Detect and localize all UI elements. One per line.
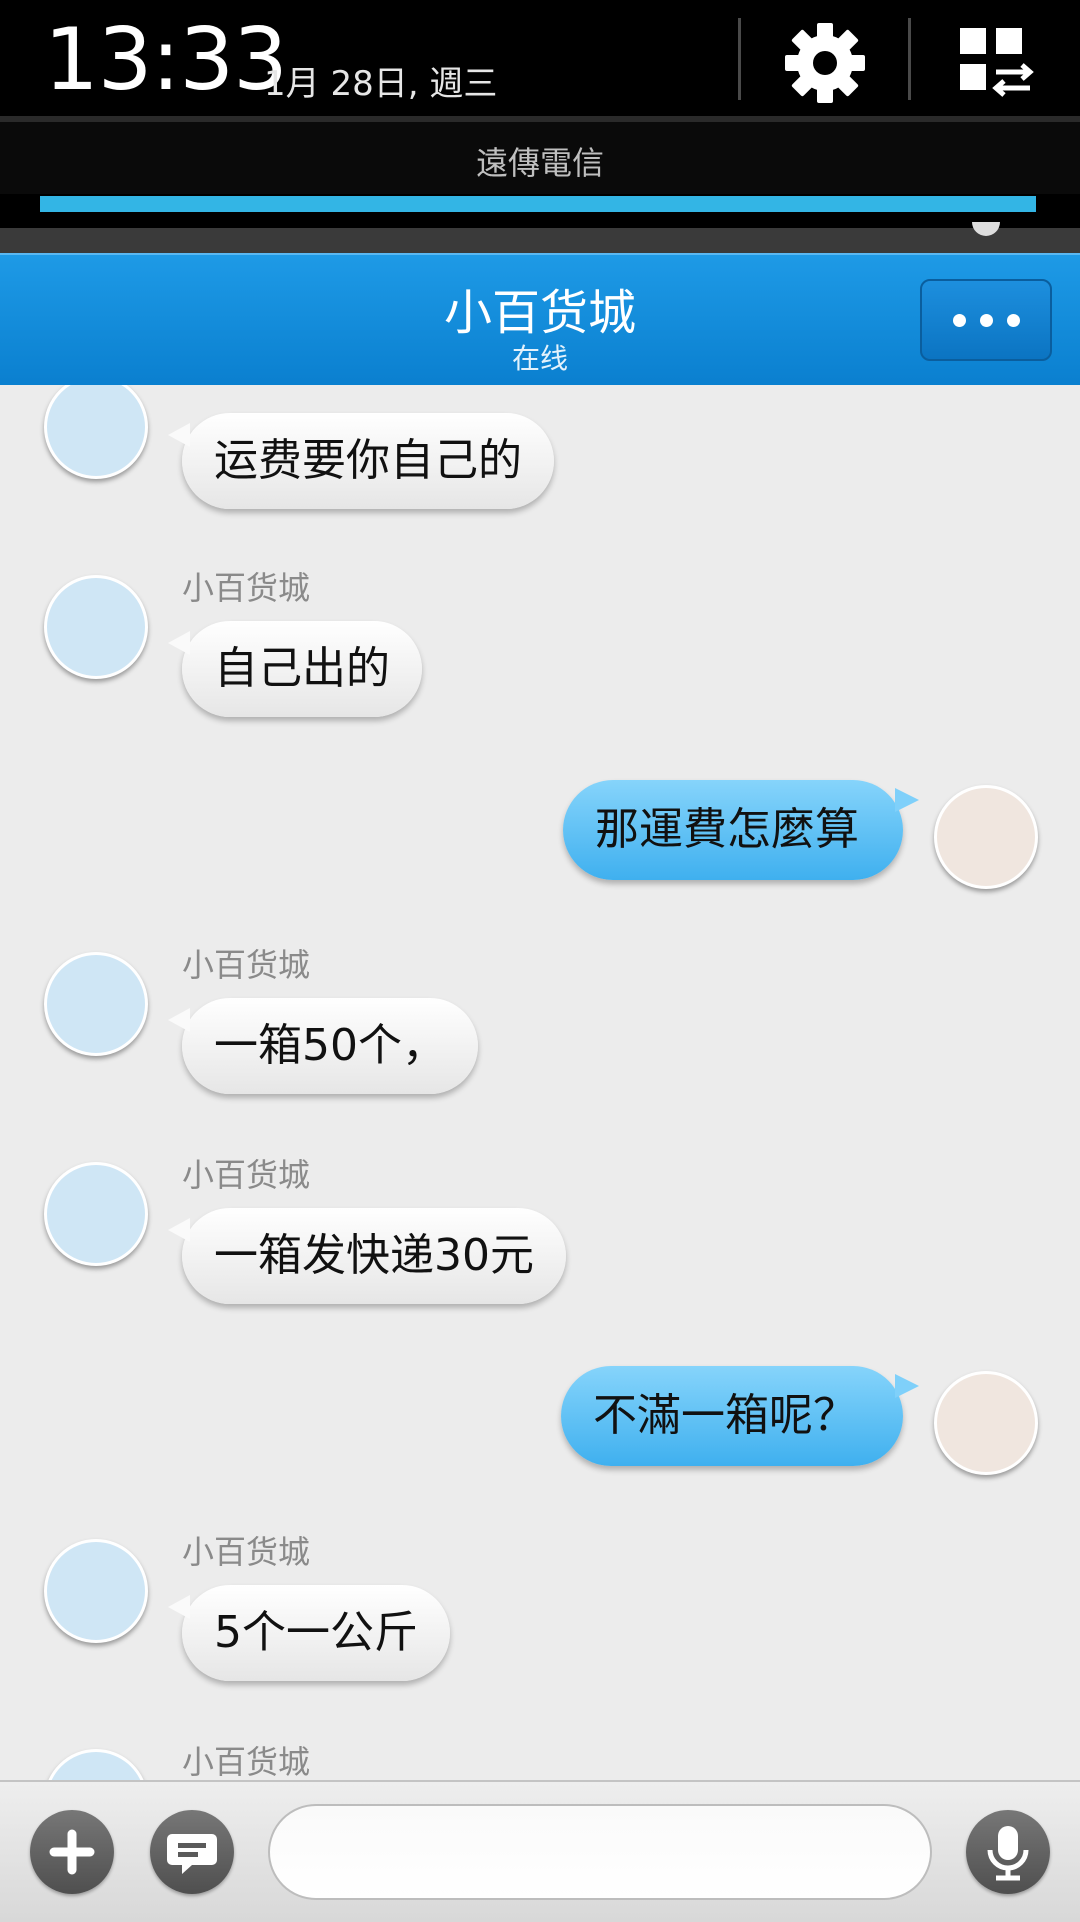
sender-name: 小百货城 xyxy=(182,1743,311,1780)
incoming-message[interactable]: 一箱发快递30元 xyxy=(168,1208,566,1304)
shop-avatar[interactable] xyxy=(44,1539,148,1643)
incoming-message[interactable]: 5个一公斤 xyxy=(168,1585,450,1681)
sender-name: 小百货城 xyxy=(182,1156,311,1194)
sender-name: 小百货城 xyxy=(182,946,311,984)
incoming-message[interactable]: 一箱50个， xyxy=(168,998,478,1094)
sender-name: 小百货城 xyxy=(182,1533,311,1571)
emoji-chat-icon xyxy=(167,1834,217,1874)
date: 1月 28日, 週三 xyxy=(264,64,498,104)
notification-shade: 13:33 1月 28日, 週三 遠傳電信 xyxy=(0,0,1080,255)
quick-settings-icon[interactable] xyxy=(952,22,1036,102)
signal-bar-fill xyxy=(40,196,1036,212)
shop-avatar[interactable] xyxy=(44,1749,148,1780)
more-dots-icon xyxy=(979,313,993,327)
composer-bar xyxy=(0,1780,1080,1922)
signal-bar xyxy=(40,196,1036,212)
shop-avatar[interactable] xyxy=(44,952,148,1056)
more-button[interactable] xyxy=(920,279,1052,361)
clock: 13:33 xyxy=(44,10,288,110)
incoming-message[interactable]: 自己出的 xyxy=(168,621,422,717)
incoming-message[interactable]: 运费要你自己的 xyxy=(168,413,554,509)
message-input[interactable] xyxy=(268,1804,932,1900)
outgoing-message[interactable]: 那運費怎麼算 xyxy=(563,780,919,880)
divider xyxy=(908,18,911,100)
voice-button[interactable] xyxy=(966,1810,1050,1894)
my-avatar[interactable] xyxy=(934,785,1038,889)
more-dots-icon xyxy=(952,313,966,327)
plus-button[interactable] xyxy=(30,1810,114,1894)
shop-avatar[interactable] xyxy=(44,1162,148,1266)
plus-icon xyxy=(49,1829,95,1875)
sender-name: 小百货城 xyxy=(182,569,311,607)
shade-handle[interactable] xyxy=(0,228,1080,255)
my-avatar[interactable] xyxy=(934,1371,1038,1475)
more-dots-icon xyxy=(1006,313,1020,327)
microphone-icon xyxy=(987,1826,1029,1881)
chat-header: 小百货城 在线 xyxy=(0,253,1080,387)
emoji-button[interactable] xyxy=(150,1810,234,1894)
gear-icon[interactable] xyxy=(780,18,870,108)
shop-avatar[interactable] xyxy=(44,385,148,479)
shop-avatar[interactable] xyxy=(44,575,148,679)
chat-title: 小百货城 xyxy=(443,285,636,341)
outgoing-message[interactable]: 不滿一箱呢？ xyxy=(561,1366,919,1466)
divider xyxy=(738,18,741,100)
carrier-label: 遠傳電信 xyxy=(475,144,604,182)
message-list[interactable]: 运费要你自己的 小百货城 自己出的 那運費怎麼算 小百货城 一箱50个， 小百货… xyxy=(0,385,1080,1780)
chat-status: 在线 xyxy=(511,342,568,375)
